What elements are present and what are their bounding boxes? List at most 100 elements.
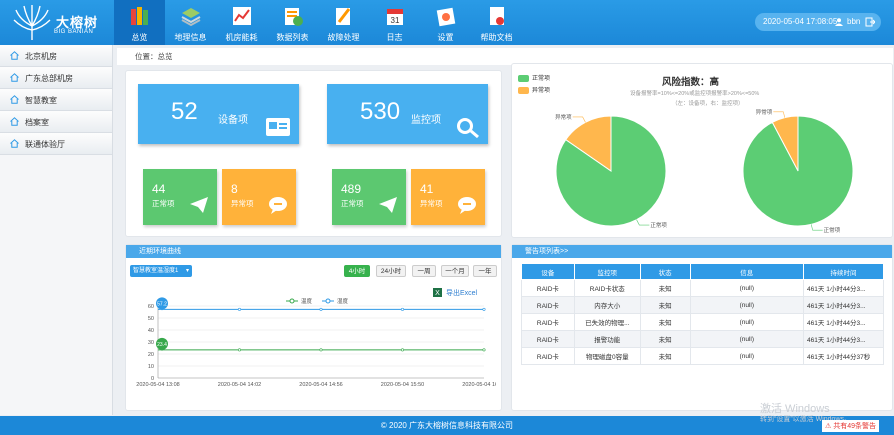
table-cell: 461天 1小时44分3... [803,296,884,314]
table-row[interactable]: RAID卡 物理磁盘0容量 未知 (null) 461天 1小时44分37秒 [521,347,884,365]
user-icon [835,18,843,26]
x-tick-label: 2020-05-04 14:56 [299,382,342,388]
data-point[interactable] [319,307,323,311]
data-point[interactable] [400,348,404,352]
stats-panel: 52 设备项 530 监控项 44 正常项 8 异常项 489 正常项 41 异… [125,70,502,237]
nav-geo-info[interactable]: 地理信息 [165,0,216,45]
nav-energy[interactable]: 机房能耗 [216,0,267,45]
monitor-count-card[interactable]: 530 监控项 [327,84,488,144]
range-button[interactable]: 24小时 [376,265,406,277]
column-header[interactable]: 持续时间 [803,263,884,280]
nav-log[interactable]: 31 日志 [369,0,420,45]
data-point[interactable] [400,307,404,311]
range-button[interactable]: 4小时 [344,265,370,277]
table-cell: 未知 [639,313,691,331]
paper-plane-icon [190,197,208,213]
nav-label: 故障处理 [327,33,360,42]
table-cell: 物理磁盘0容量 [573,347,641,365]
table-row[interactable]: RAID卡 RAID卡状态 未知 (null) 461天 1小时44分3... [521,279,884,297]
table-row[interactable]: RAID卡 已失效的物理... 未知 (null) 461天 1小时44分3... [521,313,884,331]
home-icon [10,73,19,82]
device-abnormal-card[interactable]: 8 异常项 [222,169,296,225]
device-count-card[interactable]: 52 设备项 [138,84,299,144]
pie-legend: 正常项 异常项 [518,73,550,94]
device-count: 52 [171,98,198,125]
nav-fault[interactable]: 故障处理 [318,0,369,45]
data-point[interactable] [238,348,242,352]
chevron-down-icon: ▾ [185,268,189,274]
table-cell: RAID卡状态 [573,279,641,297]
x-tick-label: 2020-05-04 15:50 [381,382,424,388]
monitor-count: 530 [360,98,401,125]
alarm-count: 共有49条警告 [833,423,877,430]
nav-overview[interactable]: 总览 [114,0,165,45]
sidebar-item[interactable]: 智慧教室 [0,89,112,111]
table-cell: (null) [689,279,805,297]
line-legend: 温度 湿度 [286,297,349,305]
table-cell: (null) [689,296,805,314]
data-point[interactable] [482,348,486,352]
pie-slice-label: 正常项 [650,221,667,229]
fault-icon [336,8,351,25]
value-marker-label: 23.4 [157,342,167,348]
user-name[interactable]: bbn [847,13,860,31]
range-button[interactable]: 一个月 [441,265,469,277]
legend-marker [325,298,331,304]
sidebar: 北京机房广东总部机房智慧教室 档案室联通体验厅 [0,45,113,415]
pie-slice-normal[interactable] [742,115,854,227]
column-header[interactable]: 信息 [689,263,805,280]
monitor-normal-count: 489 [341,182,362,196]
logout-icon[interactable] [865,17,875,27]
monitor-abnormal-count: 41 [420,182,434,196]
nav-data-list[interactable]: 数据列表 [267,0,318,45]
column-header[interactable]: 设备 [521,263,575,280]
user-box: 2020-05-04 17:08:05 bbn [755,13,881,31]
current-datetime: 2020-05-04 17:08:05 [763,17,838,26]
pie-slice-label: 正常项 [824,226,841,234]
pie-slice-label: 异常项 [555,113,572,121]
banyan-tree-icon [13,5,51,40]
data-point[interactable] [319,348,323,352]
table-row[interactable]: RAID卡 报警功能 未知 (null) 461天 1小时44分3... [521,330,884,348]
brand-logo[interactable]: 大榕树 BIG BANIAN [10,4,100,42]
sidebar-item[interactable]: 档案室 [0,111,112,133]
legend-normal[interactable]: 正常项 [518,73,550,82]
device-normal-label: 正常项 [152,199,175,208]
device-normal-count: 44 [152,182,166,196]
alert-table: 设备 监控项 状态 信息 持续时间 RAID卡 RAID卡状态 未知 (null) 461天 1小… [521,263,884,365]
env-panel-title: 近期环境曲线 [126,245,501,258]
sidebar-item[interactable]: 广东总部机房 [0,67,112,89]
table-row[interactable]: RAID卡 内存大小 未知 (null) 461天 1小时44分3... [521,296,884,314]
alarm-badge[interactable]: ⚠ 共有49条警告 [822,420,880,432]
sidebar-item-label: 广东总部机房 [25,74,73,83]
data-point[interactable] [482,307,486,311]
table-cell: RAID卡 [521,313,575,331]
nav-help[interactable]: 帮助文档 [471,0,522,45]
pie-label-line [810,224,823,231]
device-normal-card[interactable]: 44 正常项 [143,169,217,225]
monitor-normal-card[interactable]: 489 正常项 [332,169,406,225]
alert-panel-title: 警告项列表>> [512,245,892,258]
pie-slice-label: 异常项 [756,108,773,116]
column-header[interactable]: 状态 [639,263,691,280]
sensor-select[interactable]: 智慧教室温湿度1 ▾ [130,265,192,277]
sidebar-item[interactable]: 北京机房 [0,45,112,67]
alert-panel: 警告项列表>> 设备 监控项 状态 信息 持续时间 RAID卡 RAID卡状态 未知 (null… [511,244,893,411]
table-cell: 报警功能 [573,330,641,348]
sidebar-item[interactable]: 联通体验厅 [0,133,112,155]
nav-label: 数据列表 [276,33,309,42]
pie-label-line [773,111,786,118]
monitor-abnormal-card[interactable]: 41 异常项 [411,169,485,225]
monitor-abnormal-label: 异常项 [420,199,443,208]
data-point[interactable] [238,307,242,311]
legend-abnormal[interactable]: 异常项 [518,85,550,94]
nav-settings[interactable]: 设置 [420,0,471,45]
sidebar-item-label: 联通体验厅 [25,140,65,149]
range-button[interactable]: 一年 [473,265,497,277]
y-tick-label: 50 [148,316,154,322]
id-card-icon [266,118,290,136]
column-header[interactable]: 监控项 [573,263,641,280]
x-tick-label: 2020-05-04 13:08 [136,382,179,388]
table-cell: 461天 1小时44分3... [803,313,884,331]
range-button[interactable]: 一周 [412,265,436,277]
